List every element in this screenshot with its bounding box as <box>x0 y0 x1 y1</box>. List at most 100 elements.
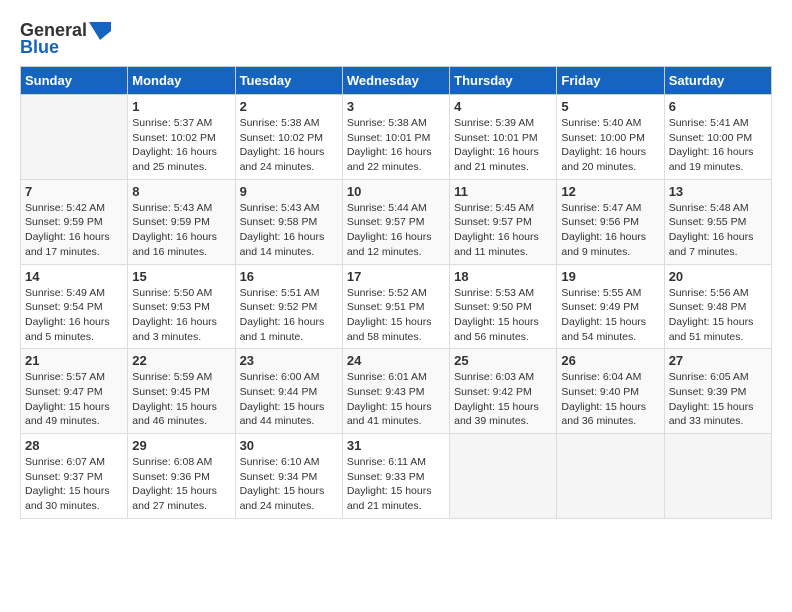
logo-icon <box>89 22 111 40</box>
day-info: Sunrise: 5:52 AM Sunset: 9:51 PM Dayligh… <box>347 286 445 345</box>
calendar-cell: 26 Sunrise: 6:04 AM Sunset: 9:40 PM Dayli… <box>557 349 664 434</box>
day-info: Sunrise: 5:38 AM Sunset: 10:01 PM Daylig… <box>347 116 445 175</box>
calendar-cell: 1Sunrise: 5:37 AM Sunset: 10:02 PM Dayli… <box>128 95 235 180</box>
header-cell-wednesday: Wednesday <box>342 67 449 95</box>
day-info: Sunrise: 5:43 AM Sunset: 9:59 PM Dayligh… <box>132 201 230 260</box>
calendar-cell: 18Sunrise: 5:53 AM Sunset: 9:50 PM Dayli… <box>450 264 557 349</box>
logo: General Blue <box>20 20 111 58</box>
day-info: Sunrise: 5:40 AM Sunset: 10:00 PM Daylig… <box>561 116 659 175</box>
day-info: Sunrise: 5:42 AM Sunset: 9:59 PM Dayligh… <box>25 201 123 260</box>
calendar-table: SundayMondayTuesdayWednesdayThursdayFrid… <box>20 66 772 519</box>
day-info: Sunrise: 5:55 AM Sunset: 9:49 PM Dayligh… <box>561 286 659 345</box>
day-info: Sunrise: 5:39 AM Sunset: 10:01 PM Daylig… <box>454 116 552 175</box>
header-row: SundayMondayTuesdayWednesdayThursdayFrid… <box>21 67 772 95</box>
day-info: Sunrise: 6:07 AM Sunset: 9:37 PM Dayligh… <box>25 455 123 514</box>
day-number: 10 <box>347 184 445 199</box>
day-number: 12 <box>561 184 659 199</box>
calendar-cell: 11 Sunrise: 5:45 AM Sunset: 9:57 PM Dayli… <box>450 179 557 264</box>
day-number: 2 <box>240 99 338 114</box>
header-cell-thursday: Thursday <box>450 67 557 95</box>
calendar-cell <box>664 434 771 519</box>
day-info: Sunrise: 6:11 AM Sunset: 9:33 PM Dayligh… <box>347 455 445 514</box>
day-info: Sunrise: 5:56 AM Sunset: 9:48 PM Dayligh… <box>669 286 767 345</box>
calendar-cell: 23Sunrise: 6:00 AM Sunset: 9:44 PM Dayli… <box>235 349 342 434</box>
header-cell-monday: Monday <box>128 67 235 95</box>
calendar-cell <box>557 434 664 519</box>
day-number: 15 <box>132 269 230 284</box>
day-number: 17 <box>347 269 445 284</box>
day-number: 28 <box>25 438 123 453</box>
header: General Blue <box>20 20 772 58</box>
week-row-5: 28 Sunrise: 6:07 AM Sunset: 9:37 PM Dayli… <box>21 434 772 519</box>
day-info: Sunrise: 6:04 AM Sunset: 9:40 PM Dayligh… <box>561 370 659 429</box>
day-info: Sunrise: 6:10 AM Sunset: 9:34 PM Dayligh… <box>240 455 338 514</box>
calendar-cell: 17 Sunrise: 5:52 AM Sunset: 9:51 PM Dayli… <box>342 264 449 349</box>
day-number: 30 <box>240 438 338 453</box>
calendar-cell: 7 Sunrise: 5:42 AM Sunset: 9:59 PM Daylig… <box>21 179 128 264</box>
calendar-cell: 13 Sunrise: 5:48 AM Sunset: 9:55 PM Dayli… <box>664 179 771 264</box>
day-info: Sunrise: 5:57 AM Sunset: 9:47 PM Dayligh… <box>25 370 123 429</box>
calendar-cell: 28 Sunrise: 6:07 AM Sunset: 9:37 PM Dayli… <box>21 434 128 519</box>
day-number: 22 <box>132 353 230 368</box>
header-cell-sunday: Sunday <box>21 67 128 95</box>
calendar-cell: 4 Sunrise: 5:39 AM Sunset: 10:01 PM Dayli… <box>450 95 557 180</box>
calendar-cell: 3 Sunrise: 5:38 AM Sunset: 10:01 PM Dayli… <box>342 95 449 180</box>
day-info: Sunrise: 6:08 AM Sunset: 9:36 PM Dayligh… <box>132 455 230 514</box>
day-number: 24 <box>347 353 445 368</box>
calendar-cell: 9Sunrise: 5:43 AM Sunset: 9:58 PM Daylig… <box>235 179 342 264</box>
calendar-cell: 19 Sunrise: 5:55 AM Sunset: 9:49 PM Dayli… <box>557 264 664 349</box>
logo-blue: Blue <box>20 37 59 58</box>
calendar-cell: 14Sunrise: 5:49 AM Sunset: 9:54 PM Dayli… <box>21 264 128 349</box>
day-number: 31 <box>347 438 445 453</box>
day-number: 3 <box>347 99 445 114</box>
calendar-cell: 27 Sunrise: 6:05 AM Sunset: 9:39 PM Dayli… <box>664 349 771 434</box>
day-number: 9 <box>240 184 338 199</box>
day-number: 14 <box>25 269 123 284</box>
week-row-2: 7 Sunrise: 5:42 AM Sunset: 9:59 PM Daylig… <box>21 179 772 264</box>
day-info: Sunrise: 5:59 AM Sunset: 9:45 PM Dayligh… <box>132 370 230 429</box>
day-info: Sunrise: 5:51 AM Sunset: 9:52 PM Dayligh… <box>240 286 338 345</box>
calendar-cell: 25Sunrise: 6:03 AM Sunset: 9:42 PM Dayli… <box>450 349 557 434</box>
day-info: Sunrise: 5:50 AM Sunset: 9:53 PM Dayligh… <box>132 286 230 345</box>
calendar-cell <box>450 434 557 519</box>
calendar-cell: 10Sunrise: 5:44 AM Sunset: 9:57 PM Dayli… <box>342 179 449 264</box>
calendar-cell <box>21 95 128 180</box>
calendar-cell: 5Sunrise: 5:40 AM Sunset: 10:00 PM Dayli… <box>557 95 664 180</box>
day-number: 18 <box>454 269 552 284</box>
day-number: 6 <box>669 99 767 114</box>
week-row-4: 21Sunrise: 5:57 AM Sunset: 9:47 PM Dayli… <box>21 349 772 434</box>
calendar-cell: 6 Sunrise: 5:41 AM Sunset: 10:00 PM Dayli… <box>664 95 771 180</box>
header-cell-friday: Friday <box>557 67 664 95</box>
day-info: Sunrise: 5:41 AM Sunset: 10:00 PM Daylig… <box>669 116 767 175</box>
calendar-cell: 29Sunrise: 6:08 AM Sunset: 9:36 PM Dayli… <box>128 434 235 519</box>
day-info: Sunrise: 5:48 AM Sunset: 9:55 PM Dayligh… <box>669 201 767 260</box>
day-number: 19 <box>561 269 659 284</box>
calendar-cell: 12Sunrise: 5:47 AM Sunset: 9:56 PM Dayli… <box>557 179 664 264</box>
calendar-cell: 15 Sunrise: 5:50 AM Sunset: 9:53 PM Dayli… <box>128 264 235 349</box>
calendar-cell: 2 Sunrise: 5:38 AM Sunset: 10:02 PM Dayli… <box>235 95 342 180</box>
day-number: 25 <box>454 353 552 368</box>
day-info: Sunrise: 5:45 AM Sunset: 9:57 PM Dayligh… <box>454 201 552 260</box>
day-info: Sunrise: 6:01 AM Sunset: 9:43 PM Dayligh… <box>347 370 445 429</box>
day-number: 26 <box>561 353 659 368</box>
day-info: Sunrise: 6:00 AM Sunset: 9:44 PM Dayligh… <box>240 370 338 429</box>
calendar-cell: 20Sunrise: 5:56 AM Sunset: 9:48 PM Dayli… <box>664 264 771 349</box>
day-info: Sunrise: 5:37 AM Sunset: 10:02 PM Daylig… <box>132 116 230 175</box>
header-cell-tuesday: Tuesday <box>235 67 342 95</box>
day-number: 8 <box>132 184 230 199</box>
calendar-cell: 16 Sunrise: 5:51 AM Sunset: 9:52 PM Dayli… <box>235 264 342 349</box>
calendar-cell: 8 Sunrise: 5:43 AM Sunset: 9:59 PM Daylig… <box>128 179 235 264</box>
day-info: Sunrise: 5:38 AM Sunset: 10:02 PM Daylig… <box>240 116 338 175</box>
day-number: 16 <box>240 269 338 284</box>
day-number: 13 <box>669 184 767 199</box>
day-number: 27 <box>669 353 767 368</box>
calendar-cell: 21Sunrise: 5:57 AM Sunset: 9:47 PM Dayli… <box>21 349 128 434</box>
calendar-cell: 31 Sunrise: 6:11 AM Sunset: 9:33 PM Dayli… <box>342 434 449 519</box>
day-info: Sunrise: 6:05 AM Sunset: 9:39 PM Dayligh… <box>669 370 767 429</box>
calendar-cell: 30 Sunrise: 6:10 AM Sunset: 9:34 PM Dayli… <box>235 434 342 519</box>
week-row-3: 14Sunrise: 5:49 AM Sunset: 9:54 PM Dayli… <box>21 264 772 349</box>
day-number: 4 <box>454 99 552 114</box>
day-number: 11 <box>454 184 552 199</box>
day-number: 7 <box>25 184 123 199</box>
calendar-cell: 24 Sunrise: 6:01 AM Sunset: 9:43 PM Dayli… <box>342 349 449 434</box>
